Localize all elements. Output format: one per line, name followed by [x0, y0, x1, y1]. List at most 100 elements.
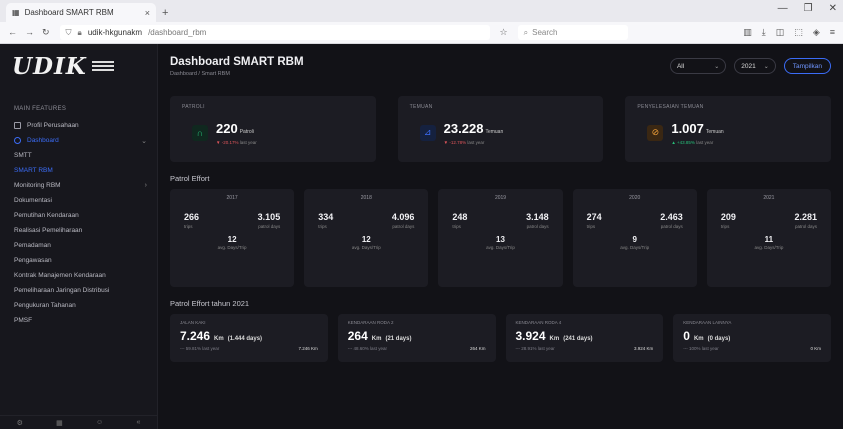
- trips-label: trips: [184, 224, 193, 229]
- app: UDIK MAIN FEATURES Profil Perusahaan Das…: [0, 44, 843, 429]
- sidebar-item-label: Dashboard: [27, 137, 59, 144]
- forward-icon[interactable]: →: [25, 27, 34, 38]
- mode-footer-right: 0 Km: [810, 346, 821, 351]
- sidebar-subitem[interactable]: Pengukuran Tahanan: [0, 298, 157, 313]
- close-tab-icon[interactable]: ×: [145, 8, 150, 18]
- avg-stat: 12 avg. Days/Trip: [312, 235, 420, 250]
- reload-icon[interactable]: ↻: [42, 27, 50, 38]
- kpi-card-temuan: TEMUAN ⊿ 23.228 Temuan ▼ -12.78% last yea…: [397, 96, 604, 162]
- patrol-effort-2021-row: JALAN KAKI 7.246 Km (1.444 days) --- 59.81…: [170, 314, 831, 362]
- kpi-delta-note: last year: [696, 140, 714, 145]
- patrol-days-stat: 2.281 patrol days: [794, 212, 817, 230]
- section-title-patrol-effort: Patrol Effort: [170, 174, 210, 183]
- year-stats: 274 trips 2.463 patrol days: [581, 212, 689, 230]
- settings-icon[interactable]: ⚙: [17, 419, 23, 427]
- mode-footer-left: --- 59.81% last year: [180, 346, 220, 351]
- shield-icon: ⛉: [65, 27, 72, 37]
- sidebar-subitem[interactable]: Realisasi Pemeliharaan: [0, 223, 157, 238]
- mode-card: KENDARAAN RODA 4 3.924 Km (241 days) --- 2…: [505, 314, 664, 362]
- patrol-days-value: 2.463: [660, 212, 683, 222]
- kpi-value: 23.228: [443, 121, 484, 136]
- section-title-patrol-effort-2021: Patrol Effort tahun 2021: [170, 299, 250, 308]
- mode-footer-right: 3.924 Km: [633, 346, 654, 351]
- year-label: 2019: [494, 195, 507, 201]
- show-button[interactable]: Tampilkan: [783, 58, 831, 74]
- sidebar-subitem[interactable]: Dokumentasi: [0, 193, 157, 208]
- avg-label: avg. Days/Trip: [217, 245, 247, 250]
- browser-search-input[interactable]: ⌕ Search: [517, 25, 628, 40]
- mode-days: (1.444 days): [227, 336, 263, 342]
- new-tab-button[interactable]: +: [162, 7, 168, 19]
- patrol-days-stat: 2.463 patrol days: [660, 212, 683, 230]
- menu-icon[interactable]: ≡: [830, 27, 835, 38]
- kpi-value: 220: [216, 121, 238, 136]
- mode-value: 7.246 Km (1.444 days): [180, 329, 318, 343]
- sidebar-subitem[interactable]: Pengawasan: [0, 253, 157, 268]
- logo-mark: UDIK: [12, 52, 87, 80]
- mode-value: 0 Km (0 days): [683, 329, 821, 343]
- mode-footer-left: --- 48.60% last year: [347, 346, 388, 351]
- sidebar-subitem[interactable]: Pemadaman: [0, 238, 157, 253]
- mode-distance: 3.924: [515, 329, 546, 343]
- region-select[interactable]: All ⌄: [669, 58, 727, 74]
- trips-label: trips: [318, 224, 327, 229]
- user-icon[interactable]: ☺: [96, 419, 103, 426]
- mode-card: KENDARAAN LAINNYA 0 Km (0 days) --- 100% l…: [673, 314, 831, 362]
- year-label: 2020: [629, 195, 641, 201]
- kpi-delta-note: last year: [467, 140, 485, 145]
- year-select[interactable]: 2021 ⌄: [734, 58, 776, 74]
- sidebar-item-dashboard[interactable]: Dashboard ⌄: [0, 133, 157, 148]
- year-card: 2021 209 trips 2.281 patrol days 11 avg. Da…: [706, 189, 832, 287]
- patrol-days-value: 2.281: [794, 212, 818, 222]
- year-select-value: 2021: [741, 62, 756, 70]
- minimize-icon[interactable]: —: [778, 3, 788, 14]
- sidebar-subitem[interactable]: PMSF: [0, 313, 157, 328]
- mode-label: KENDARAAN RODA 4: [515, 320, 562, 325]
- bookmark-star-icon[interactable]: ☆: [500, 27, 508, 38]
- back-icon[interactable]: ←: [8, 27, 17, 38]
- sidebar-toggle-icon[interactable]: ◫: [776, 27, 785, 38]
- mode-unit: Km: [549, 336, 560, 342]
- window-controls: — ❐ ✕: [778, 3, 837, 14]
- kpi-body: ⊘ 1.007 Temuan ▲ +43.85% last year: [637, 120, 819, 145]
- year-stats: 248 trips 3.148 patrol days: [446, 212, 554, 230]
- url-bar[interactable]: ⛉ 🔒︎ udik-hkgunakm /dashboard_rbm: [59, 25, 490, 40]
- close-window-icon[interactable]: ✕: [829, 3, 837, 14]
- mode-footer-left: --- 100% last year: [683, 346, 719, 351]
- sidebar-item-profil[interactable]: Profil Perusahaan: [0, 118, 157, 133]
- library-icon[interactable]: ▥: [743, 27, 752, 38]
- nav-buttons: ← → ↻: [8, 27, 50, 38]
- browser-tab[interactable]: ▦ Dashboard SMART RBM ×: [6, 3, 156, 22]
- avg-label: avg. Days/Trip: [754, 245, 784, 250]
- avg-label: avg. Days/Trip: [486, 245, 515, 250]
- sidebar-subitem-current[interactable]: SMART RBM: [0, 163, 157, 178]
- sidebar-subitem[interactable]: Monitoring RBM ›: [0, 178, 157, 193]
- mode-footer: --- 28.91% last year 3.924 Km: [516, 346, 654, 351]
- avg-value: 11: [764, 235, 774, 244]
- download-icon[interactable]: ⤓: [762, 27, 766, 38]
- trips-label: trips: [452, 224, 461, 229]
- trips-stat: 248 trips: [452, 212, 467, 230]
- toolbar-icons: ▥ ⤓ ◫ ⬚ ◈ ≡: [743, 27, 835, 38]
- browser-toolbar: ← → ↻ ⛉ 🔒︎ udik-hkgunakm /dashboard_rbm …: [0, 22, 843, 44]
- sidebar-subitem[interactable]: SMTT: [0, 148, 157, 163]
- kpi-unit: Temuan: [705, 129, 724, 135]
- screenshot-icon[interactable]: ⬚: [794, 27, 803, 38]
- sidebar-subitem[interactable]: Pemutihan Kendaraan: [0, 208, 157, 223]
- collapse-icon[interactable]: «: [136, 419, 140, 426]
- kpi-card-penyelesaian: PENYELESAIAN TEMUAN ⊘ 1.007 Temuan ▲ +43.…: [625, 96, 832, 162]
- chevron-down-icon: ⌄: [141, 137, 147, 145]
- sidebar: UDIK MAIN FEATURES Profil Perusahaan Das…: [0, 44, 158, 429]
- extension-icon[interactable]: ◈: [813, 27, 820, 38]
- kpi-delta-value: ▼ -20.17%: [216, 140, 239, 145]
- mode-days: (0 days): [707, 336, 731, 342]
- kpi-body: ⊿ 23.228 Temuan ▼ -12.78% last year: [410, 120, 592, 145]
- kpi-delta-note: last year: [239, 140, 257, 145]
- sidebar-subitem[interactable]: Kontrak Manajemen Kendaraan: [0, 268, 157, 283]
- year-label: 2017: [226, 195, 238, 201]
- sidebar-subitem[interactable]: Pemeliharaan Jaringan Distribusi: [0, 283, 157, 298]
- avg-stat: 9 avg. Days/Trip: [581, 235, 689, 250]
- maximize-icon[interactable]: ❐: [804, 3, 813, 14]
- grid-icon[interactable]: ▦: [56, 419, 63, 427]
- search-icon: ⌕: [523, 27, 529, 37]
